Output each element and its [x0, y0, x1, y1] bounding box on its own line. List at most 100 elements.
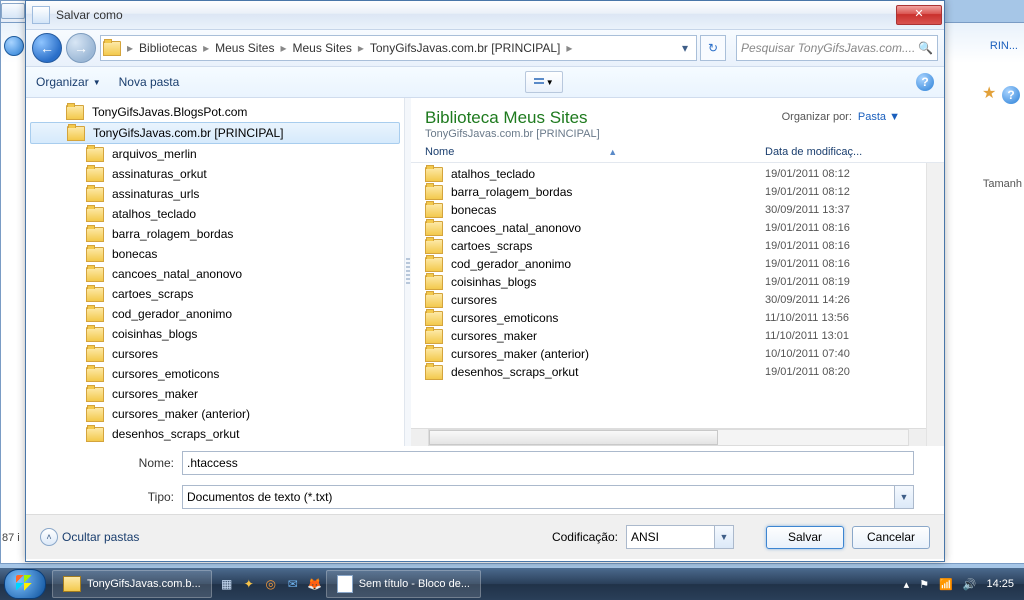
- tray-volume-icon[interactable]: 🔊: [963, 578, 977, 591]
- col-name[interactable]: Nome▲: [425, 146, 765, 158]
- back-button[interactable]: ←: [32, 33, 62, 63]
- start-button[interactable]: [4, 569, 46, 599]
- tree-item[interactable]: assinaturas_urls: [26, 184, 404, 204]
- chevron-down-icon[interactable]: ▼: [894, 486, 913, 508]
- tree-item[interactable]: cursores_maker (anterior): [26, 404, 404, 424]
- breadcrumb-seg[interactable]: TonyGifsJavas.com.br [PRINCIPAL]: [366, 36, 565, 60]
- vertical-scrollbar[interactable]: [926, 163, 944, 446]
- forward-button[interactable]: →: [66, 33, 96, 63]
- scrollbar-thumb[interactable]: [429, 430, 718, 445]
- breadcrumb-seg[interactable]: Meus Sites: [288, 36, 355, 60]
- list-item[interactable]: atalhos_teclado19/01/2011 08:12: [425, 165, 926, 183]
- taskbar[interactable]: TonyGifsJavas.com.b... ▦ ✦ ◎ ✉ 🦊 Sem tít…: [0, 568, 1024, 600]
- list-item[interactable]: cursores_emoticons11/10/2011 13:56: [425, 309, 926, 327]
- bg-tab[interactable]: RIN...: [990, 40, 1018, 52]
- chevron-down-icon[interactable]: ▼: [714, 526, 733, 548]
- clock[interactable]: 14:25: [986, 578, 1014, 590]
- encoding-combo[interactable]: ANSI ▼: [626, 525, 734, 549]
- tree-item[interactable]: cursores_maker: [26, 384, 404, 404]
- file-date: 19/01/2011 08:16: [765, 258, 926, 270]
- folder-tree[interactable]: TonyGifsJavas.BlogsPot.comTonyGifsJavas.…: [26, 98, 405, 446]
- file-name: cod_gerador_anonimo: [451, 257, 571, 271]
- tree-item[interactable]: cartoes_scraps: [26, 284, 404, 304]
- tree-item-label: atalhos_teclado: [112, 207, 196, 221]
- chevron-right-icon[interactable]: ▸: [564, 41, 574, 55]
- bg-nav-button[interactable]: [4, 36, 24, 56]
- pinned-icon[interactable]: 🦊: [304, 573, 326, 595]
- tree-item[interactable]: atalhos_teclado: [26, 204, 404, 224]
- refresh-button[interactable]: ↻: [700, 35, 726, 61]
- folder-icon: [86, 367, 104, 382]
- horizontal-scrollbar[interactable]: [411, 428, 926, 446]
- filetype-combo[interactable]: Documentos de texto (*.txt) ▼: [182, 485, 914, 509]
- search-input[interactable]: Pesquisar TonyGifsJavas.com.... 🔍: [736, 35, 938, 61]
- list-item[interactable]: cursores_maker11/10/2011 13:01: [425, 327, 926, 345]
- filename-label: Nome:: [26, 456, 182, 470]
- list-item[interactable]: coisinhas_blogs19/01/2011 08:19: [425, 273, 926, 291]
- folder-icon: [86, 227, 104, 242]
- search-icon[interactable]: 🔍: [918, 41, 933, 55]
- folder-icon: [425, 311, 443, 326]
- chevron-right-icon[interactable]: ▸: [278, 41, 288, 55]
- pinned-icon[interactable]: ✉: [282, 573, 304, 595]
- col-date[interactable]: Data de modificaç...: [765, 146, 944, 158]
- new-folder-button[interactable]: Nova pasta: [119, 75, 180, 89]
- chevron-down-icon: ▼: [93, 78, 101, 87]
- list-item[interactable]: barra_rolagem_bordas19/01/2011 08:12: [425, 183, 926, 201]
- list-item[interactable]: cod_gerador_anonimo 19/01/2011 08:16: [425, 255, 926, 273]
- address-bar[interactable]: ▸ Bibliotecas ▸ Meus Sites ▸ Meus Sites …: [100, 35, 697, 61]
- list-item[interactable]: bonecas30/09/2011 13:37: [425, 201, 926, 219]
- close-button[interactable]: [896, 5, 942, 25]
- bg-minimize-button[interactable]: [1, 3, 25, 19]
- tree-item[interactable]: desenhos_scraps_orkut: [26, 424, 404, 444]
- chevron-right-icon[interactable]: ▸: [201, 41, 211, 55]
- file-date: 11/10/2011 13:56: [765, 312, 926, 324]
- breadcrumb-seg[interactable]: Meus Sites: [211, 36, 278, 60]
- titlebar[interactable]: Salvar como: [26, 1, 944, 30]
- tray-show-hidden-icon[interactable]: ▴: [904, 578, 910, 591]
- tree-item[interactable]: cancoes_natal_anonovo: [26, 264, 404, 284]
- list-item[interactable]: cartoes_scraps19/01/2011 08:16: [425, 237, 926, 255]
- tray-flag-icon[interactable]: ⚑: [919, 578, 929, 591]
- tree-item[interactable]: cursores: [26, 344, 404, 364]
- tree-item[interactable]: arquivos_merlin: [26, 144, 404, 164]
- tree-item[interactable]: assinaturas_orkut: [26, 164, 404, 184]
- pinned-icon[interactable]: ✦: [238, 573, 260, 595]
- chevron-right-icon[interactable]: ▸: [356, 41, 366, 55]
- tray-network-icon[interactable]: 📶: [939, 578, 953, 591]
- folder-icon: [86, 287, 104, 302]
- cancel-button[interactable]: Cancelar: [852, 526, 930, 549]
- taskbar-item[interactable]: TonyGifsJavas.com.b...: [52, 570, 212, 598]
- bg-star-icon[interactable]: ★: [982, 86, 998, 102]
- list-item[interactable]: desenhos_scraps_orkut19/01/2011 08:20: [425, 363, 926, 381]
- tree-item[interactable]: barra_rolagem_bordas: [26, 224, 404, 244]
- pinned-icon[interactable]: ◎: [260, 573, 282, 595]
- hide-folders-button[interactable]: ˄ Ocultar pastas: [40, 528, 139, 546]
- filename-input[interactable]: [182, 451, 914, 475]
- tree-item[interactable]: TonyGifsJavas.BlogsPot.com: [26, 102, 404, 122]
- pinned-icon[interactable]: ▦: [216, 573, 238, 595]
- tree-item[interactable]: TonyGifsJavas.com.br [PRINCIPAL]: [30, 122, 400, 144]
- chevron-right-icon[interactable]: ▸: [125, 41, 135, 55]
- breadcrumb-seg[interactable]: Bibliotecas: [135, 36, 201, 60]
- tree-item[interactable]: cursores_emoticons: [26, 364, 404, 384]
- file-date: 19/01/2011 08:16: [765, 240, 926, 252]
- tree-item[interactable]: cod_gerador_anonimo: [26, 304, 404, 324]
- file-list[interactable]: atalhos_teclado19/01/2011 08:12barra_rol…: [411, 163, 926, 428]
- help-button[interactable]: ?: [916, 73, 934, 91]
- system-tray[interactable]: ▴ ⚑ 📶 🔊 14:25: [904, 578, 1020, 591]
- tree-item[interactable]: coisinhas_blogs: [26, 324, 404, 344]
- bg-help-button[interactable]: ?: [1002, 86, 1020, 104]
- list-item[interactable]: cursores_maker (anterior)10/10/2011 07:4…: [425, 345, 926, 363]
- taskbar-item[interactable]: Sem título - Bloco de...: [326, 570, 481, 598]
- list-item[interactable]: cancoes_natal_anonovo19/01/2011 08:16: [425, 219, 926, 237]
- view-button[interactable]: ▼: [525, 71, 563, 93]
- column-headers[interactable]: Nome▲ Data de modificaç...: [411, 146, 944, 163]
- filetype-row: Tipo: Documentos de texto (*.txt) ▼: [26, 480, 944, 514]
- path-dropdown-button[interactable]: ▾: [676, 41, 694, 55]
- organize-button[interactable]: Organizar▼: [36, 75, 101, 89]
- list-item[interactable]: cursores30/09/2011 14:26: [425, 291, 926, 309]
- tree-item[interactable]: bonecas: [26, 244, 404, 264]
- organize-by-value[interactable]: Pasta ▼: [858, 111, 900, 123]
- save-button[interactable]: Salvar: [766, 526, 844, 549]
